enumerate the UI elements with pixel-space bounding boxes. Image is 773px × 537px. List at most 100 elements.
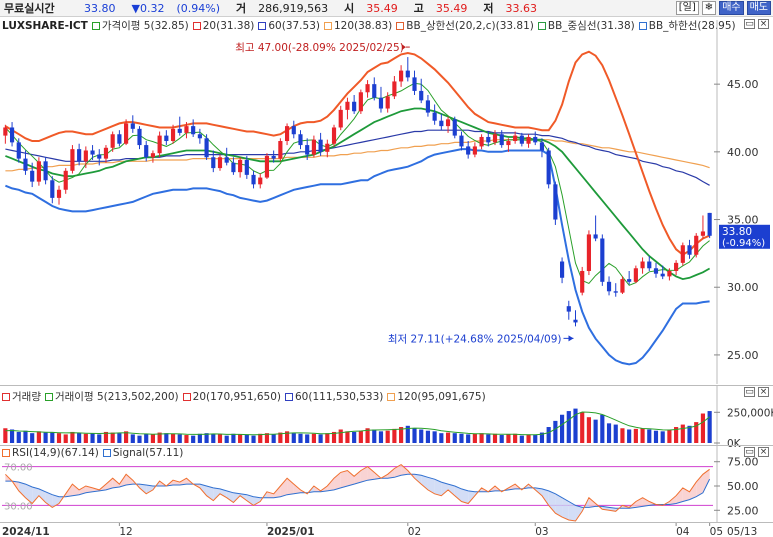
rsi-band-label: 70.00 [4,463,33,474]
rsi-fill [448,484,455,496]
volume-bar [553,420,558,443]
volume-legend-item[interactable]: 거래이평 5(213,502,200) [44,389,179,404]
volume-legend-item[interactable]: 120(95,091,675) [387,389,486,404]
price-legend-item[interactable]: 60(37.53) [258,18,320,33]
panel-ctrl-icon[interactable]: ▭ [744,19,755,29]
low-arrow-head [568,335,574,342]
candle-body [553,184,558,220]
rsi-fill [689,482,697,500]
rsi-fill [682,487,690,502]
volume-panel-close-icon[interactable]: × [758,387,769,397]
rsi-fill [246,494,254,506]
candle-body [251,174,256,185]
rsi-fill [655,504,663,506]
volume-bar [365,428,370,443]
candle-body [667,270,672,277]
rsi-fill [702,469,710,493]
candle-body [700,231,706,236]
volume-legend: 거래량 거래이평 5(213,502,200) 20(170,951,650) 60(… [2,389,486,404]
rsi-panel-close-icon[interactable]: × [758,447,769,457]
rsi-legend: RSI(14,9)(67.14) Signal(57.11) [2,447,183,459]
price-tick-label: 30.00 [727,281,759,294]
rsi-fill [508,484,516,490]
candle-body [144,145,149,158]
buy-button[interactable]: 매수 [719,1,744,15]
volume-bar [103,431,109,443]
volume-legend-item[interactable]: 20(170,951,650) [182,389,281,404]
volume-bar [90,433,95,443]
rsi-legend-item[interactable]: Signal(57.11) [102,447,184,459]
volume-bar [573,408,578,443]
volume-bar [325,433,330,443]
candle-body [191,126,196,135]
volume-bar [338,429,343,443]
candle-body [170,128,176,142]
candle-body [385,96,390,109]
volume-bar [513,433,518,443]
period-button[interactable]: [일] [675,1,699,15]
panel-close-icon[interactable]: × [758,19,769,29]
price-legend-item[interactable]: 120(38.83) [323,18,392,33]
candle-body [378,97,384,109]
rsi-fill [588,497,596,508]
price-legend-item[interactable]: BB_하한선(28.95) [638,18,736,33]
high-annotation: 최고 47.00(-28.09% 2025/02/25) [235,42,404,54]
sell-button[interactable]: 매도 [746,1,771,15]
candle-body [137,128,142,146]
volume-bar [600,414,605,443]
volume-bar [258,433,263,443]
volume-tick-label: 0K [727,438,742,450]
rsi-fill [501,487,509,492]
volume-bar [177,434,182,443]
rsi-fill [233,492,241,503]
rsi-fill [535,487,542,496]
symbol-name: LUXSHARE-ICT [2,19,88,32]
volume-panel-ctrl-icon[interactable]: ▭ [744,387,755,397]
rsi-fill [394,464,402,478]
rsi-tick-label: 50.00 [727,480,759,493]
rsi-panel-ctrl-icon[interactable]: ▭ [744,447,755,457]
volume-bar [627,429,632,443]
volume-bar [211,433,216,443]
volume-bar [506,434,511,443]
price-legend-item[interactable]: 가격이평 5(32.85) [91,18,189,33]
candle-body [539,142,545,151]
rsi-fill [179,478,187,486]
candle-body [103,147,109,159]
settings-icon[interactable]: ❄ [701,1,717,15]
candle-body [224,157,229,163]
candle-body [506,141,511,146]
rsi-fill [119,474,127,487]
candle-body [305,145,310,155]
rsi-fill [85,486,93,493]
volume-bar [358,430,363,443]
candle-body [499,134,504,146]
candle-body [124,123,129,144]
volume-bar [157,432,162,443]
rsi-fill [173,480,180,486]
rsi-fill [65,484,73,497]
rsi-fill [287,478,294,495]
candle-body [331,127,337,144]
rsi-fill [407,470,415,479]
rsi-legend-item[interactable]: RSI(14,9)(67.14) [2,447,99,459]
price-legend-item[interactable]: 20(31.38) [192,18,254,33]
candle-body [694,235,699,255]
rsi-fill [421,475,428,490]
candle-body [392,81,397,97]
rsi-fill [434,479,442,496]
candle-body [573,319,578,323]
price-legend-item[interactable]: BB_상한선(20,2,c)(33.81) [396,18,534,33]
price-legend-label: 60(37.53) [268,19,320,32]
price-legend-item[interactable]: BB_중심선(31.38) [537,18,635,33]
volume-legend-item[interactable]: 60(111,530,533) [285,389,383,404]
candle-body [459,135,464,147]
legend-swatch-icon [192,21,201,30]
volume-legend-item[interactable]: 거래량 [2,389,41,404]
candle-body [264,155,270,178]
rsi-tick-label: 25.00 [727,504,759,517]
rsi-fill [642,497,650,507]
rsi-legend-label: Signal(57.11) [112,447,184,459]
rsi-fill [126,474,133,486]
volume-bar [331,431,337,443]
